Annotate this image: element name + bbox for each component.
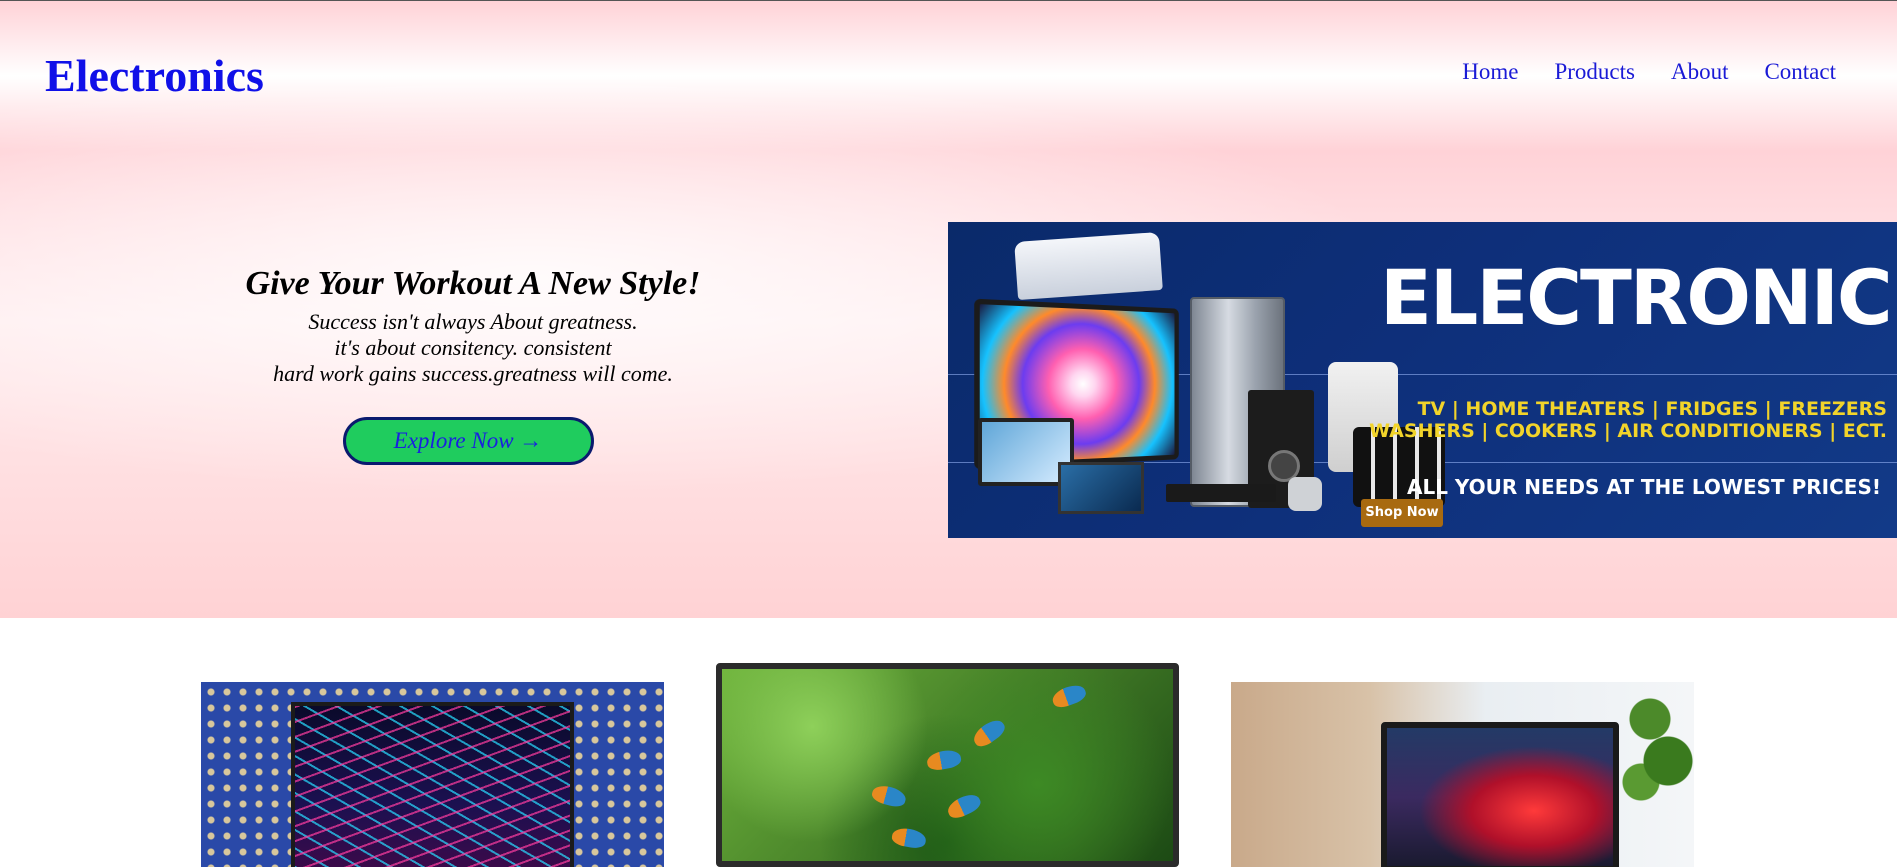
hero-line-3: hard work gains success.greatness will c… [273,361,673,386]
nav-products-link[interactable]: Products [1554,59,1635,85]
banner-categories-line-2: WASHERS | COOKERS | AIR CONDITIONERS | E… [1369,420,1887,442]
shop-now-button[interactable]: Shop Now [1361,499,1443,527]
banner-title: ELECTRONICS [1380,253,1897,342]
product-card-laptop-mesh[interactable] [201,682,664,867]
explore-now-button[interactable]: Explore Now → [342,417,594,465]
plant-image [1614,682,1694,817]
bird-image [925,748,963,772]
nav-home-link[interactable]: Home [1462,59,1518,85]
hero-line-2: it's about consitency. consistent [334,335,612,360]
product-card-laptop-desk[interactable] [1231,682,1694,867]
bird-image [870,782,908,810]
laptop-screen-image [291,702,574,867]
main-nav: Home Products About Contact [1462,59,1836,85]
banner-categories-line-1: TV | HOME THEATERS | FRIDGES | FREEZERS [1417,398,1887,420]
nav-contact-link[interactable]: Contact [1764,59,1836,85]
bird-image [944,790,984,822]
bird-image [890,826,928,850]
dvd-player-image [1166,484,1276,502]
bird-image [969,715,1009,751]
hero-title: Give Your Workout A New Style! [245,265,701,302]
site-logo[interactable]: Electronics [45,49,264,102]
hero-section: Electronics Home Products About Contact … [0,0,1897,618]
electronics-banner-image[interactable]: ELECTRONICS TV | HOME THEATERS | FRIDGES… [948,222,1897,538]
banner-tagline: ALL YOUR NEEDS AT THE LOWEST PRICES! [1406,475,1881,499]
laptop-image [1058,462,1144,514]
nav-about-link[interactable]: About [1671,59,1729,85]
laptop-screen-image [1381,722,1619,867]
product-cards [0,618,1897,867]
hero-text-block: Give Your Workout A New Style! Success i… [173,265,773,465]
bird-image [1049,681,1089,711]
product-card-monitor-birds[interactable] [716,663,1179,867]
air-conditioner-image [1014,232,1163,300]
camcorder-image [1288,477,1322,511]
hero-line-1: Success isn't always About greatness. [308,309,638,334]
